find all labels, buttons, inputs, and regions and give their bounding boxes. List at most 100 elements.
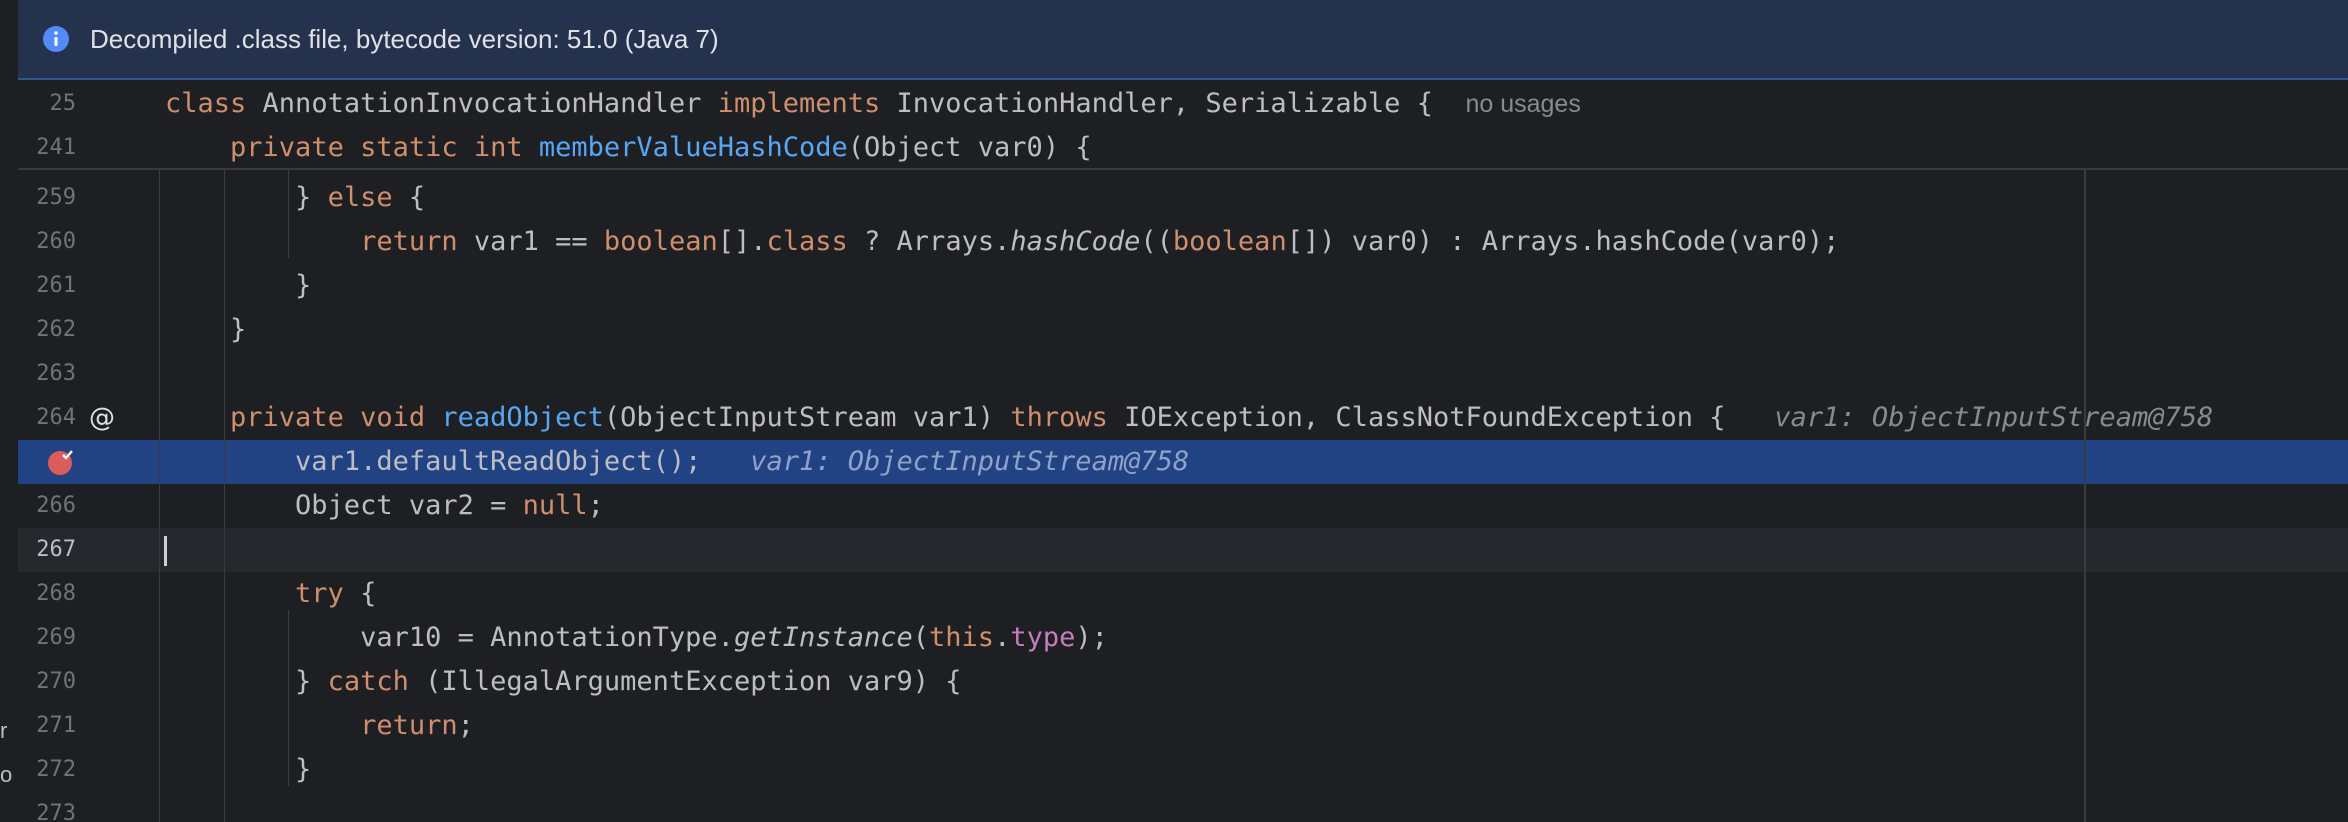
code-token: Object var2 = — [165, 490, 523, 521]
code-line[interactable]: 241 private static int memberValueHashCo… — [18, 126, 2348, 170]
code-token: } — [165, 666, 328, 697]
code-line[interactable]: 270 } catch (IllegalArgumentException va… — [18, 660, 2348, 704]
code-text[interactable]: private static int memberValueHashCode(O… — [165, 126, 1092, 170]
code-token: implements — [717, 88, 897, 119]
line-number[interactable]: 267 — [18, 528, 76, 572]
code-line[interactable]: 266 Object var2 = null; — [18, 484, 2348, 528]
code-line[interactable]: 25 class AnnotationInvocationHandler impl… — [18, 82, 2348, 126]
code-editor[interactable]: Decompiled .class file, bytecode version… — [18, 0, 2348, 822]
code-token: private void — [230, 402, 442, 433]
code-text[interactable]: } catch (IllegalArgumentException var9) … — [165, 660, 962, 704]
code-token: ? Arrays. — [847, 226, 1011, 257]
code-line[interactable]: 259 } else { — [18, 176, 2348, 220]
indent-guide — [224, 170, 225, 822]
line-number[interactable]: 269 — [18, 616, 76, 660]
code-text[interactable]: try { — [165, 572, 376, 616]
code-token: { — [360, 578, 377, 609]
decompiled-banner: Decompiled .class file, bytecode version… — [18, 0, 2348, 80]
line-number[interactable]: 268 — [18, 572, 76, 616]
code-token: InvocationHandler, Serializable { — [896, 88, 1466, 119]
left-strip-fragment: o — [0, 762, 13, 787]
code-line[interactable]: 260 return var1 == boolean[].class ? Arr… — [18, 220, 2348, 264]
code-token: (IllegalArgumentException var9) { — [425, 666, 962, 697]
line-number[interactable]: 241 — [18, 126, 76, 170]
code-text[interactable]: return var1 == boolean[].class ? Arrays.… — [165, 220, 1839, 264]
line-number[interactable]: 262 — [18, 308, 76, 352]
code-token: readObject — [441, 402, 604, 433]
usage-hint: no usages — [1465, 90, 1581, 118]
line-number[interactable]: 260 — [18, 220, 76, 264]
gutter-divider — [159, 170, 160, 822]
code-token: getInstance — [733, 622, 913, 653]
code-text[interactable]: var1.defaultReadObject(); var1: ObjectIn… — [165, 440, 1189, 484]
code-token: return — [360, 226, 474, 257]
code-token: memberValueHashCode — [538, 132, 848, 163]
code-token: class — [165, 88, 263, 119]
code-line[interactable]: 261 } — [18, 264, 2348, 308]
breakpoint-icon[interactable] — [46, 447, 76, 477]
line-number[interactable]: 273 — [18, 792, 76, 822]
code-line[interactable]: 271 return; — [18, 704, 2348, 748]
code-token: (( — [1140, 226, 1173, 257]
code-token: class — [766, 226, 848, 257]
code-text[interactable]: var10 = AnnotationType.getInstance(this.… — [165, 616, 1108, 660]
code-token: ( — [912, 622, 930, 653]
code-text[interactable]: } — [165, 308, 246, 352]
code-token: . — [994, 622, 1011, 653]
info-icon — [43, 26, 69, 52]
right-margin-guide — [2084, 170, 2086, 822]
code-token: type — [1010, 622, 1076, 653]
code-token: (Object var0) { — [847, 132, 1092, 163]
left-tool-strip: r o — [0, 0, 18, 822]
line-number[interactable]: 261 — [18, 264, 76, 308]
code-line[interactable]: 264 @ private void readObject(ObjectInput… — [18, 396, 2348, 440]
code-text[interactable]: Object var2 = null; — [165, 484, 604, 528]
code-token: catch — [327, 666, 426, 697]
code-token: } — [165, 182, 328, 213]
code-line[interactable]: 273 — [18, 792, 2348, 822]
code-token: (ObjectInputStream var1) — [603, 402, 1011, 433]
code-token: private static int — [230, 132, 539, 163]
code-line[interactable]: 269 var10 = AnnotationType.getInstance( t… — [18, 616, 2348, 660]
code-text[interactable]: } — [165, 748, 311, 792]
code-token: var10 = AnnotationType. — [165, 622, 734, 653]
code-line[interactable]: 267 — [18, 528, 2348, 572]
sticky-lines-header[interactable]: 25 class AnnotationInvocationHandler impl… — [18, 82, 2348, 170]
code-text[interactable]: } — [165, 264, 311, 308]
code-line[interactable]: var1.defaultReadObject(); var1: ObjectIn… — [18, 440, 2348, 484]
line-number[interactable]: 266 — [18, 484, 76, 528]
at-override-icon[interactable]: @ — [87, 403, 117, 433]
code-token: ; — [457, 710, 474, 741]
inline-debug-value: var1: ObjectInputStream@758 — [750, 446, 1190, 477]
line-number[interactable]: 272 — [18, 748, 76, 792]
code-token: []) var0) : Arrays.hashCode(var0); — [1286, 226, 1840, 257]
line-number[interactable]: 259 — [18, 176, 76, 220]
code-text[interactable]: private void readObject(ObjectInputStrea… — [165, 396, 2213, 440]
code-line[interactable]: 263 — [18, 352, 2348, 396]
indent-guide — [288, 610, 289, 786]
code-token: null — [522, 490, 588, 521]
line-number[interactable]: 264 — [18, 396, 76, 440]
code-text[interactable]: } else { — [165, 176, 425, 220]
code-text[interactable]: class AnnotationInvocationHandler implem… — [165, 82, 1581, 126]
code-line[interactable]: 272 } — [18, 748, 2348, 792]
line-number[interactable]: 263 — [18, 352, 76, 396]
line-number[interactable]: 271 — [18, 704, 76, 748]
line-number[interactable]: 270 — [18, 660, 76, 704]
line-number[interactable]: 25 — [18, 82, 77, 126]
code-token: } — [165, 314, 247, 345]
inline-debug-value: var1: ObjectInputStream@758 — [1774, 402, 2214, 433]
code-token: AnnotationInvocationHandler — [262, 88, 718, 119]
code-line[interactable]: 268 try { — [18, 572, 2348, 616]
code-line[interactable]: 262 } — [18, 308, 2348, 352]
code-text[interactable]: return; — [165, 704, 474, 748]
code-token: try — [295, 578, 361, 609]
banner-text: Decompiled .class file, bytecode version… — [90, 23, 719, 54]
code-token: hashCode — [1010, 226, 1141, 257]
code-token: boolean — [603, 226, 718, 257]
